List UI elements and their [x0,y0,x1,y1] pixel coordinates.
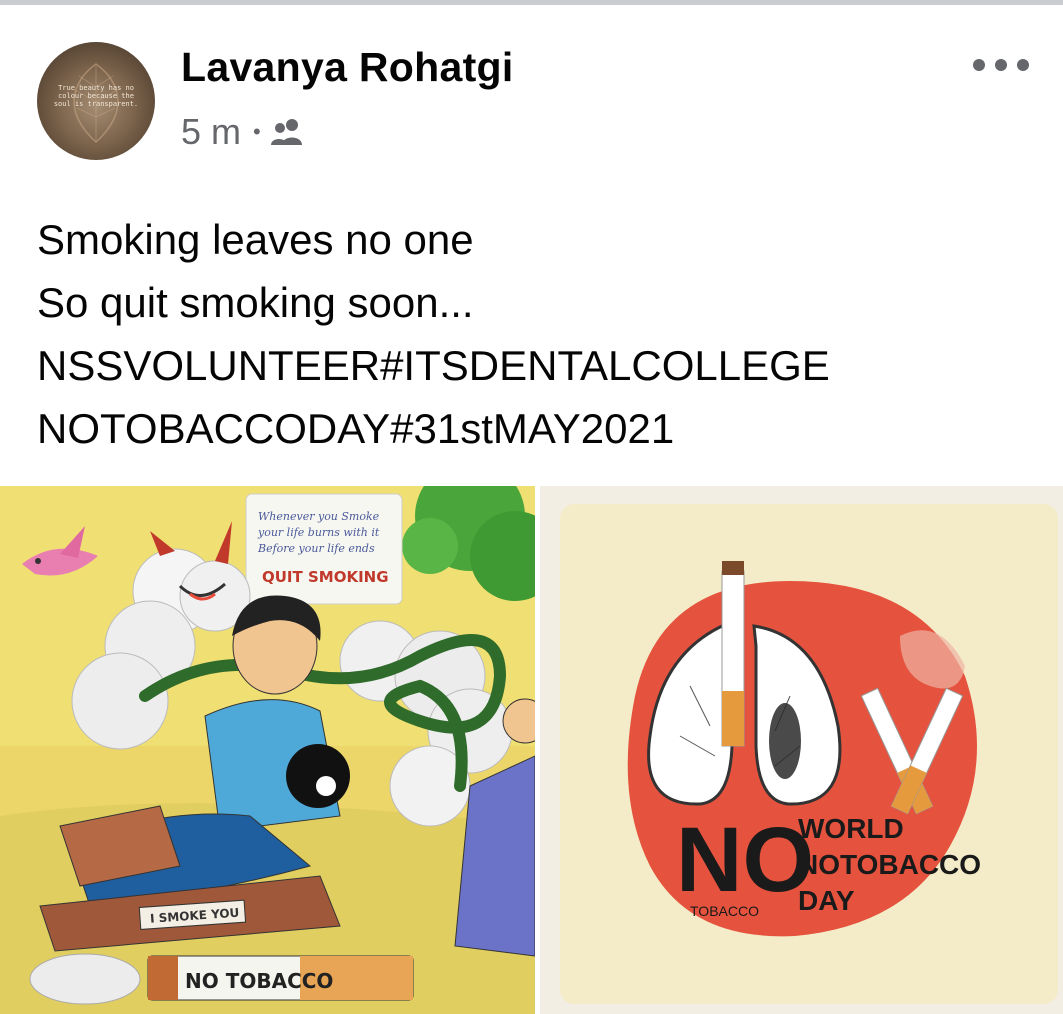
cigarette-illustration: NO TOBACCO [29,953,414,1005]
more-options-icon[interactable] [973,48,1029,82]
friends-icon[interactable] [269,117,305,147]
quote-line: your life burns with it [257,526,380,539]
meta-separator: • [253,119,261,144]
author-name[interactable]: Lavanya Rohatgi [181,44,514,91]
photo-no-tobacco-poster[interactable]: NO TOBACCO WORLD NOTOBACCO DAY [540,486,1063,1014]
avatar[interactable]: True beauty has no colour because the so… [37,42,155,160]
post-time[interactable]: 5 m [181,111,241,153]
quote-line: Before your life ends [257,542,375,555]
poster-tobacco: TOBACCO [690,903,759,919]
post-text: Smoking leaves no one So quit smoking so… [37,208,1027,460]
poster-title-line: NOTOBACCO [798,849,981,880]
poster-title-line: DAY [798,885,855,916]
quit-smoking-headline: QUIT SMOKING [262,568,389,586]
photo-anti-smoking-drawing[interactable]: Whenever you Smoke your life burns with … [0,486,535,1014]
quote-line: Whenever you Smoke [258,510,380,523]
poster-no: NO [676,809,814,911]
quote-box: Whenever you Smoke your life burns with … [245,493,403,605]
top-divider [0,0,1063,5]
post-text-line: NSSVOLUNTEER#ITSDENTALCOLLEGE [37,342,830,389]
post-meta: 5 m • [181,111,305,153]
avatar-quote: True beauty has no colour because the so… [53,84,139,108]
post-text-line: So quit smoking soon... [37,279,474,326]
post-text-line: Smoking leaves no one [37,216,474,263]
sign-tobacco: NO TOBACCO [185,969,333,993]
poster-title-line: WORLD [798,813,904,844]
cigarette-illustration [721,561,745,747]
post-text-line: NOTOBACCODAY#31stMAY2021 [37,405,675,452]
